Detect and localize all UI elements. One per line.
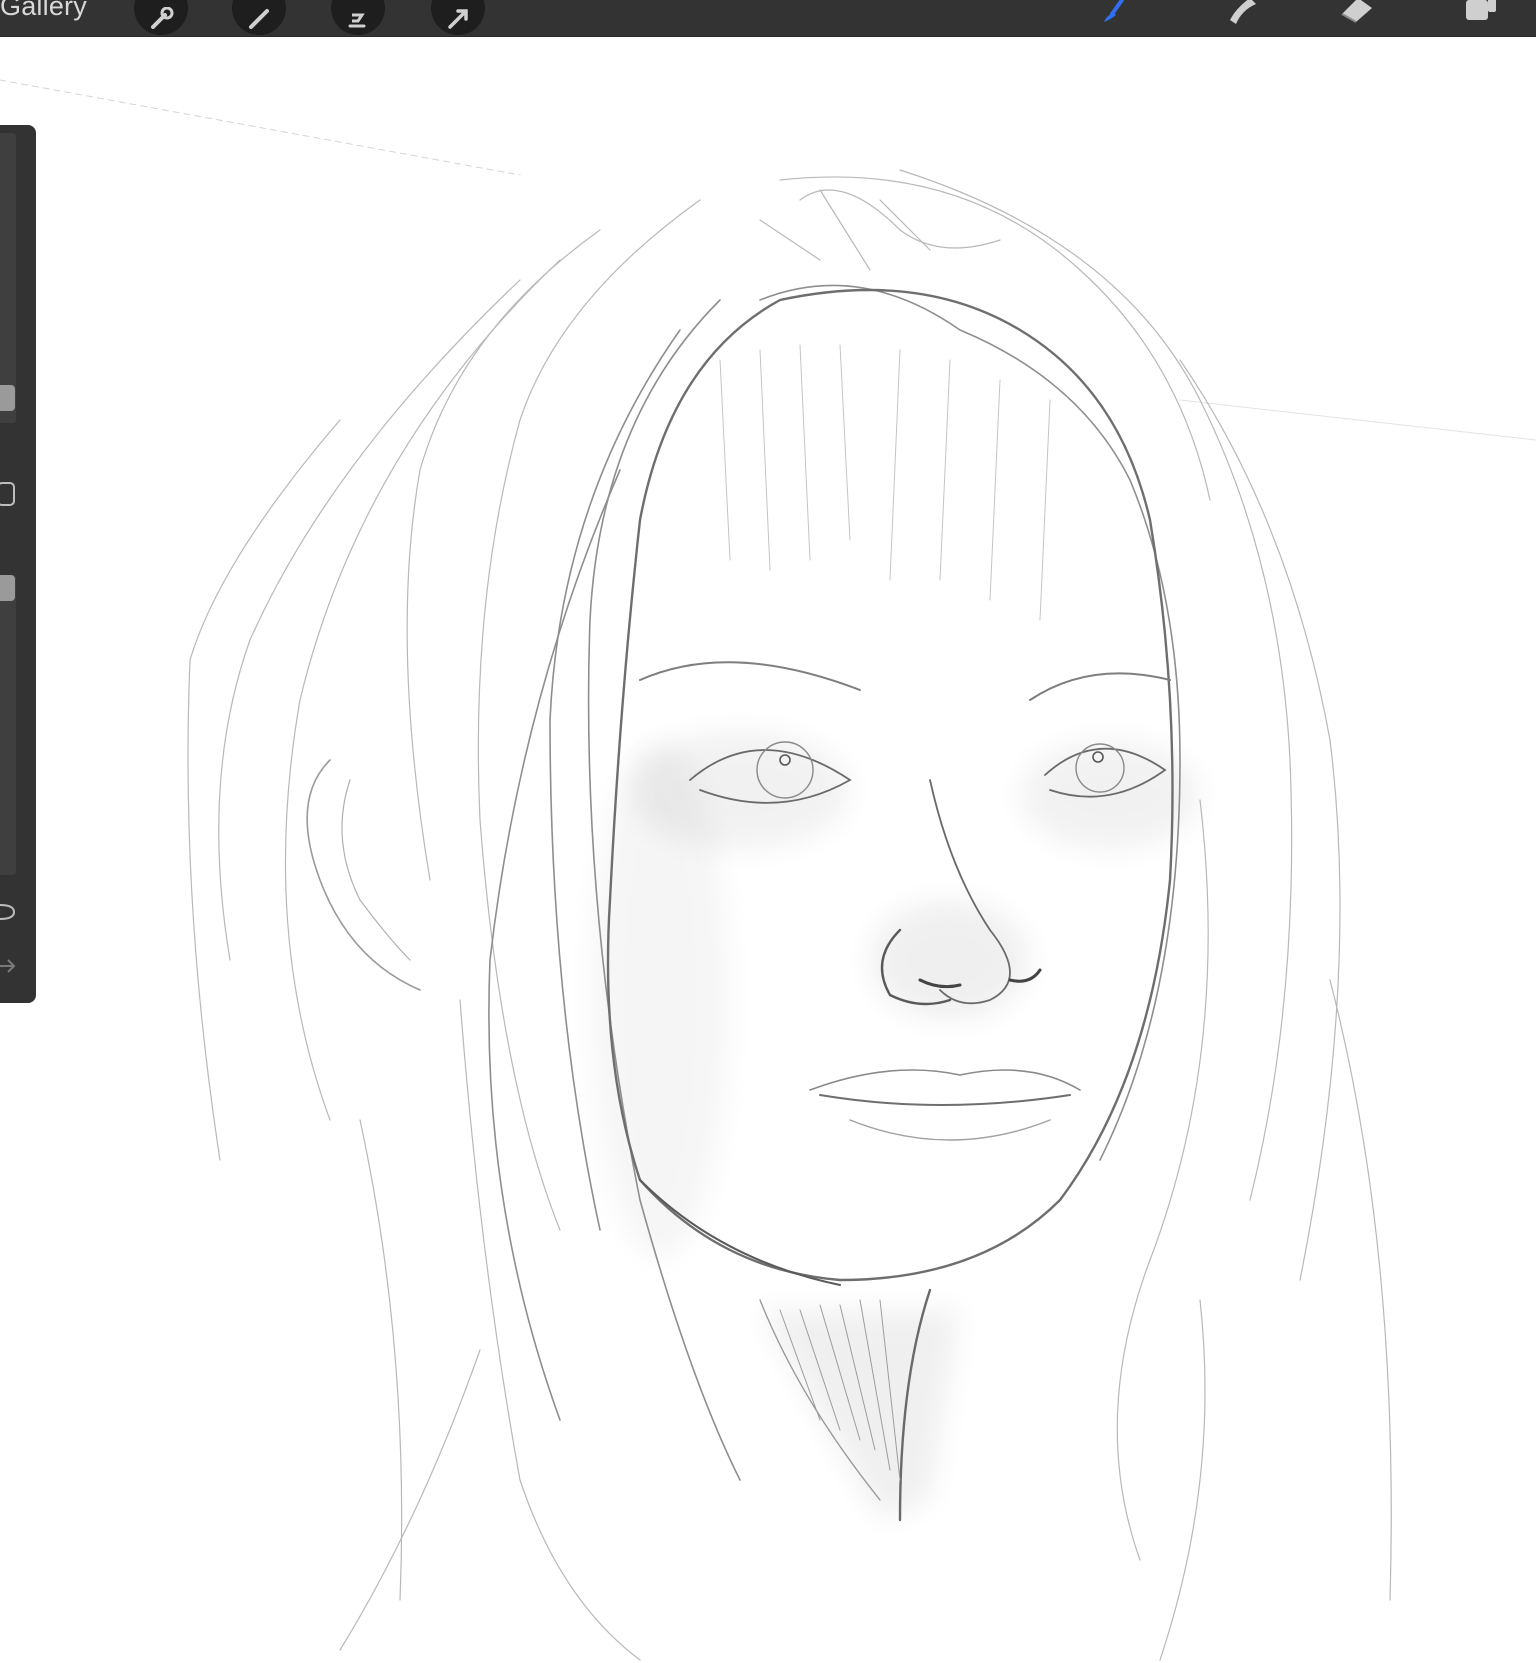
gallery-button[interactable]: Gallery (0, 0, 87, 21)
selection-button[interactable] (331, 0, 385, 35)
drawing-canvas[interactable] (0, 36, 1536, 1663)
actions-button[interactable] (134, 0, 188, 35)
selection-icon (348, 13, 366, 28)
smudge-icon (1230, 0, 1256, 24)
top-toolbar: Gallery (0, 0, 1536, 37)
magic-wand-icon (249, 9, 269, 29)
transform-button[interactable] (431, 0, 485, 35)
pencil-sketch-portrait (0, 79, 1536, 1661)
transform-arrow-icon (448, 9, 468, 29)
eraser-icon (1341, 0, 1372, 23)
opacity-thumb[interactable] (0, 575, 15, 601)
redo-button[interactable] (0, 951, 18, 981)
eraser-tool-button[interactable] (1336, 0, 1386, 30)
brush-tool-button[interactable] (1096, 0, 1146, 30)
brush-size-thumb[interactable] (0, 385, 15, 411)
opacity-slider[interactable] (0, 575, 16, 875)
brush-size-slider[interactable] (0, 133, 16, 423)
layers-icon (1466, 0, 1496, 20)
layers-button[interactable] (1460, 0, 1510, 30)
modify-button[interactable] (0, 477, 18, 511)
left-sidebar (0, 125, 36, 1003)
brush-icon (1104, 0, 1124, 22)
wrench-icon (151, 7, 174, 29)
smudge-tool-button[interactable] (1222, 0, 1272, 30)
undo-button[interactable] (0, 897, 18, 927)
undo-icon (0, 904, 16, 920)
square-icon (0, 482, 15, 506)
redo-icon (0, 959, 16, 973)
adjustments-button[interactable] (232, 0, 286, 35)
